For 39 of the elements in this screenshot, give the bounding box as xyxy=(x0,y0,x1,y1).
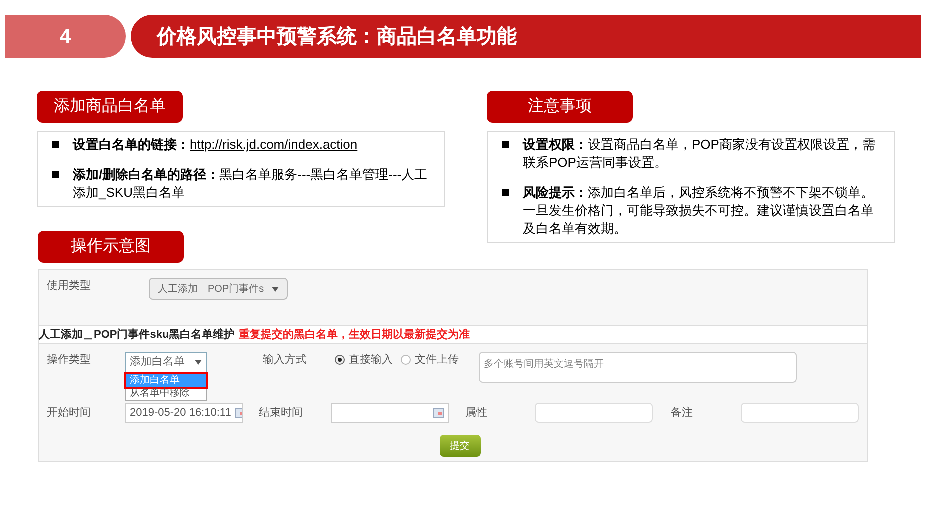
operation-select[interactable]: 添加白名单 xyxy=(125,352,207,373)
radio-button[interactable] xyxy=(401,355,411,366)
field-label: 操作类型 xyxy=(47,353,92,368)
bullet-text: 设置权限：设置商品白名单，POP商家没有设置权限设置，需联系POP运营同事设置。 xyxy=(523,136,876,172)
bullet-text: 设置白名单的链接：http://risk.jd.com/index.action xyxy=(73,136,358,154)
dropdown-option[interactable]: 从名单中移除 xyxy=(126,387,206,400)
square-bullet-icon xyxy=(502,189,509,196)
attribute-field[interactable] xyxy=(535,403,654,423)
caret-icon xyxy=(195,360,202,365)
usage-type-select[interactable]: 人工添加 POP门事件s xyxy=(149,278,288,300)
square-bullet-icon xyxy=(52,141,59,148)
slide-number: 4 xyxy=(5,15,126,58)
field-label: 输入方式 xyxy=(263,352,308,368)
calendar-icon xyxy=(433,408,444,418)
field-label: 结束时间 xyxy=(259,406,304,421)
bullet-text: 添加/删除白名单的路径：黑白名单服务---黑白名单管理---人工添加_SKU黑白名单 xyxy=(73,166,429,202)
note-field[interactable] xyxy=(741,403,859,423)
dropdown-option[interactable]: 添加白名单 xyxy=(126,374,206,387)
radio-label: 文件上传 xyxy=(415,352,459,368)
end-time-field[interactable] xyxy=(331,403,450,423)
slide-title: 价格风控事中预警系统：商品白名单功能 xyxy=(131,15,921,58)
bullet-text: 风险提示：添加白名单后，风控系统将不预警不下架不锁单。一旦发生价格门，可能导致损失不可控。建议谨慎设置白名单及白名单有效期。 xyxy=(523,184,875,238)
square-bullet-icon xyxy=(52,171,59,178)
accounts-field[interactable]: 多个账号间用英文逗号隔开 xyxy=(479,352,797,383)
caret-icon xyxy=(272,286,280,292)
radio-label: 直接输入 xyxy=(349,352,393,368)
section-heading: 注意事项 xyxy=(487,91,633,123)
warning-text: 重复提交的黑白名单，生效日期以最新提交为准 xyxy=(239,328,470,343)
radio-button[interactable] xyxy=(335,355,345,366)
field-label: 备注 xyxy=(671,406,694,421)
start-time-field[interactable]: 2019-05-20 16:10:11 xyxy=(125,403,244,423)
field-label: 属性 xyxy=(465,406,488,421)
section-heading: 操作示意图 xyxy=(38,231,184,263)
form-title: 人工添加＿POP门事件sku黑白名单维护 xyxy=(39,328,236,343)
link[interactable]: http://risk.jd.com/index.action xyxy=(190,137,358,152)
field-label: 开始时间 xyxy=(47,406,92,421)
field-label: 使用类型 xyxy=(47,279,92,294)
square-bullet-icon xyxy=(502,141,509,148)
section-heading: 添加商品白名单 xyxy=(37,91,183,123)
